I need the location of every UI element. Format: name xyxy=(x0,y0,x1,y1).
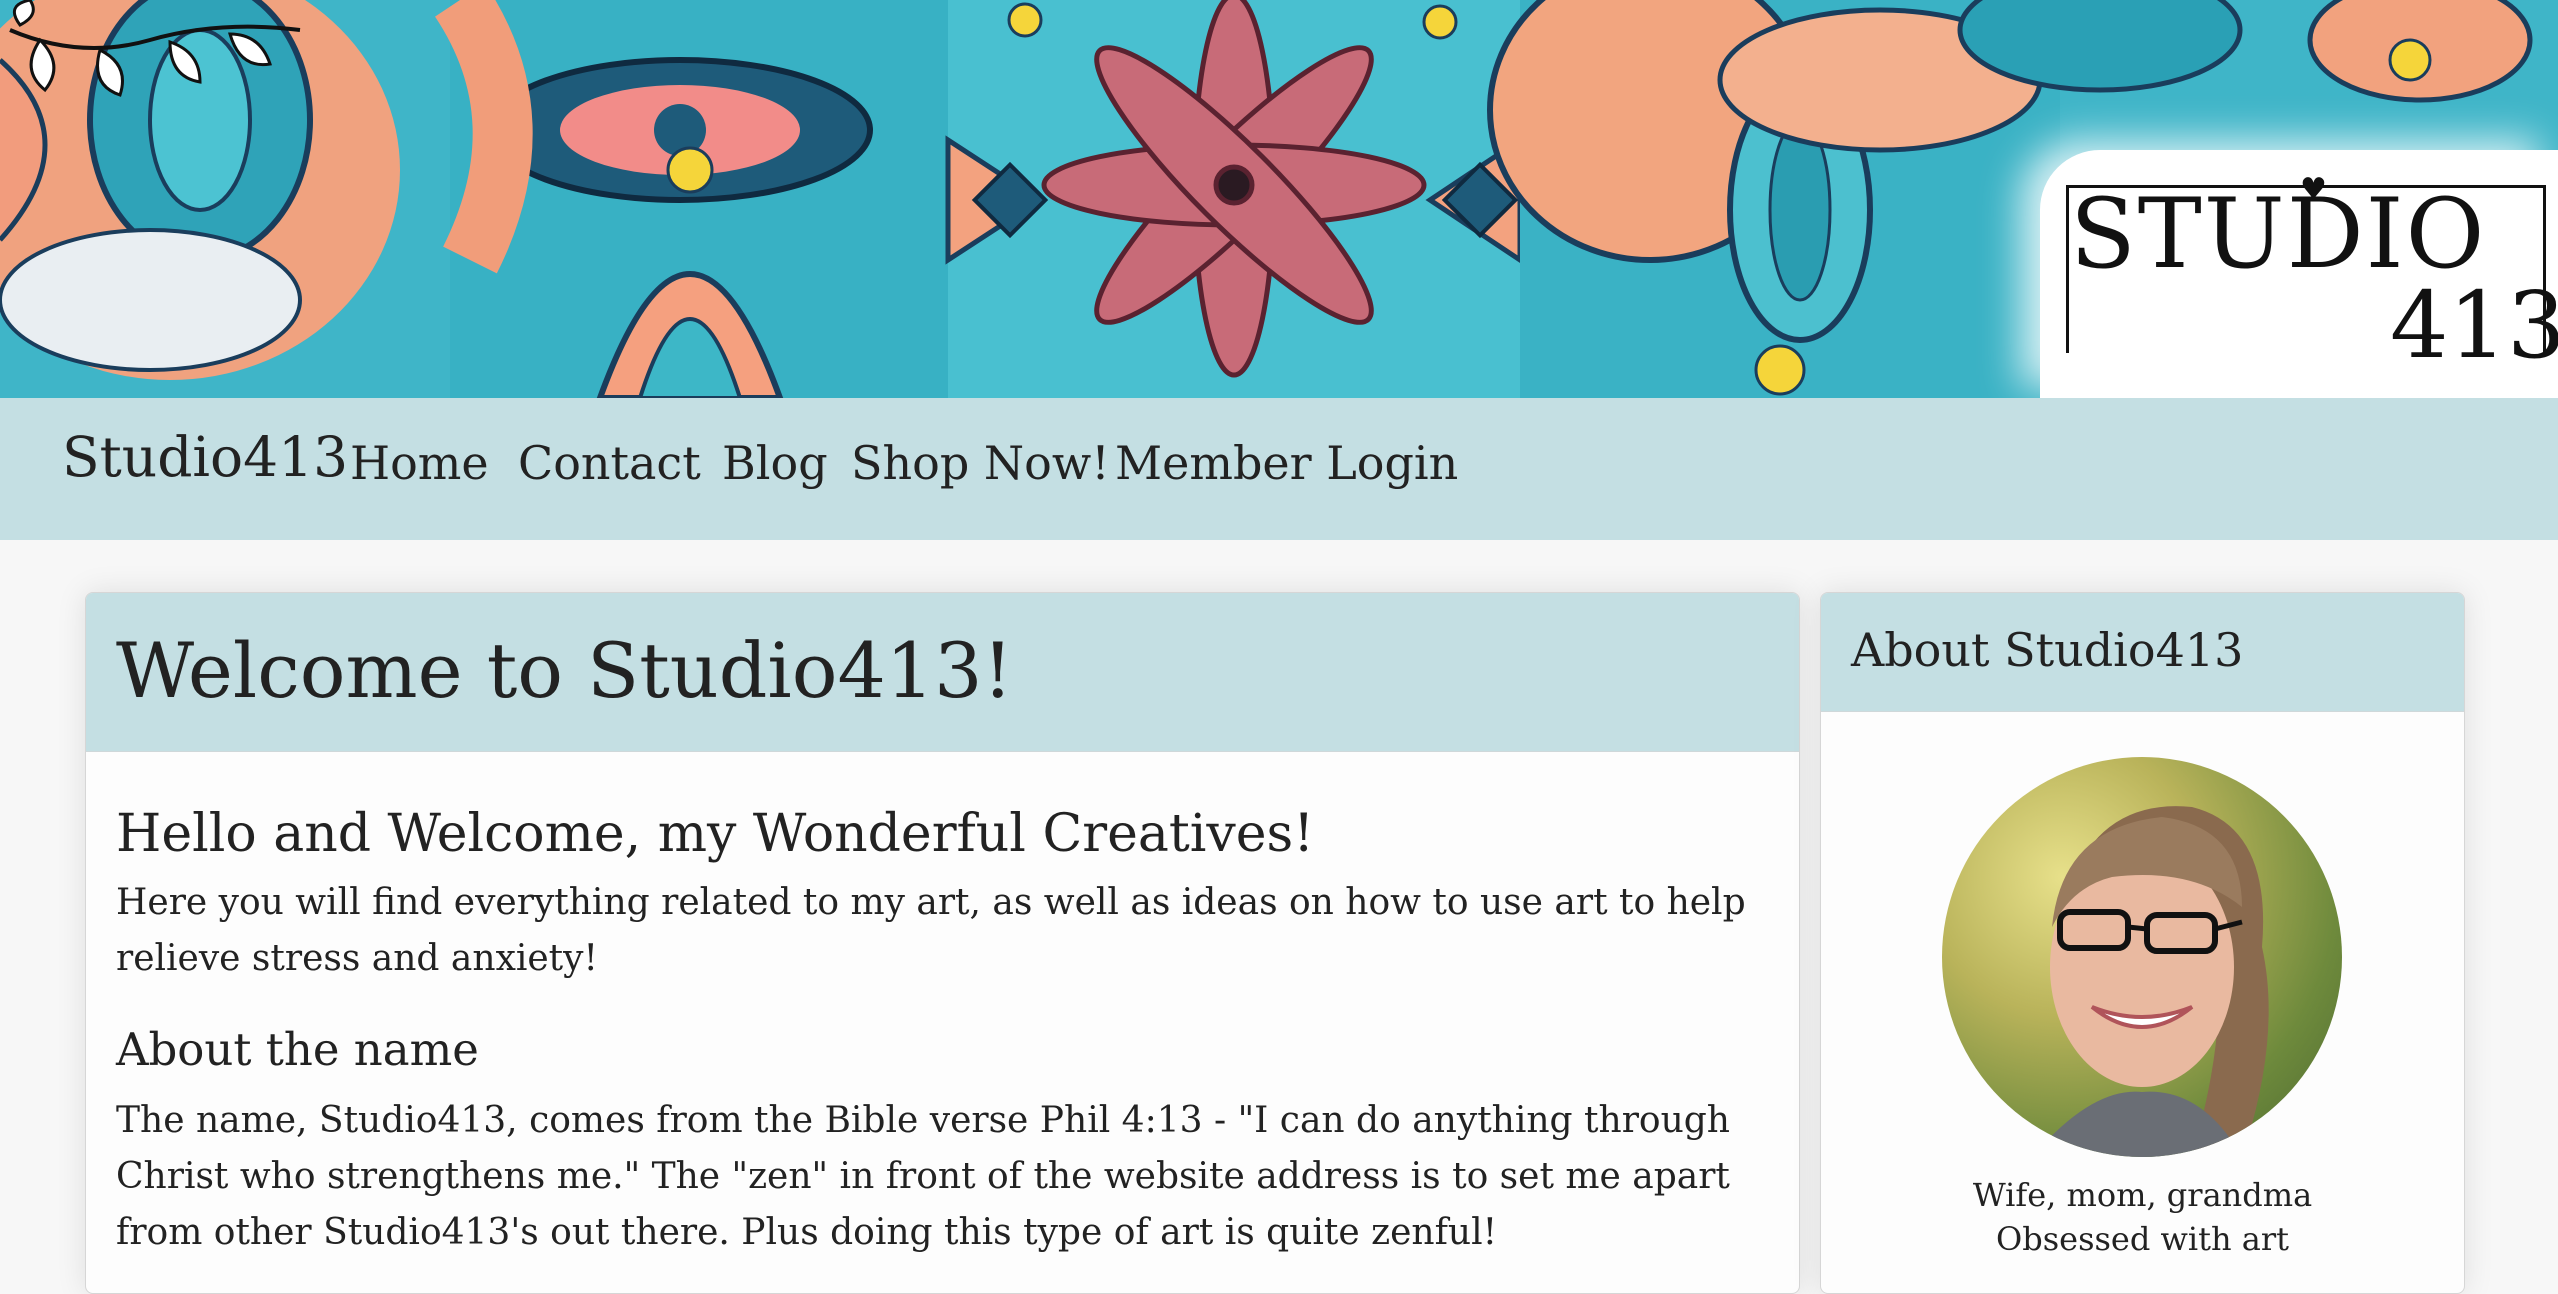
page-title: Welcome to Studio413! xyxy=(116,626,1014,715)
logo-word: STUDIO xyxy=(2070,178,2487,290)
logo-number: 413 xyxy=(2390,272,2558,379)
about-title: About Studio413 xyxy=(1851,623,2244,677)
about-name-paragraph: The name, Studio413, comes from the Bibl… xyxy=(116,1100,1730,1253)
avatar xyxy=(1942,757,2342,1157)
about-card: About Studio413 Wife, mom, grandma Obses… xyxy=(1820,592,2465,1294)
welcome-card: Welcome to Studio413! Hello and Welcome,… xyxy=(85,592,1800,1294)
nav-link-contact[interactable]: Contact xyxy=(518,440,701,486)
vine-icon xyxy=(9,0,301,97)
nav-link-blog[interactable]: Blog xyxy=(722,440,828,486)
brand-link[interactable]: Studio413 xyxy=(62,430,348,485)
greeting-heading: Hello and Welcome, my Wonderful Creative… xyxy=(116,804,1315,864)
portrait-image xyxy=(2032,806,2269,1157)
nav-link-shop[interactable]: Shop Now! xyxy=(851,440,1110,486)
intro-paragraph: Here you will find everything related to… xyxy=(116,882,1746,979)
nav-link-home[interactable]: Home xyxy=(350,440,489,486)
nav-link-member-login[interactable]: Member Login xyxy=(1115,440,1458,486)
bio-line: Obsessed with art xyxy=(1995,1220,2289,1258)
bio-line: Wife, mom, grandma xyxy=(1972,1176,2313,1214)
header-banner: ♥ STUDIO 413 xyxy=(0,0,2558,398)
about-name-heading: About the name xyxy=(116,1023,479,1076)
